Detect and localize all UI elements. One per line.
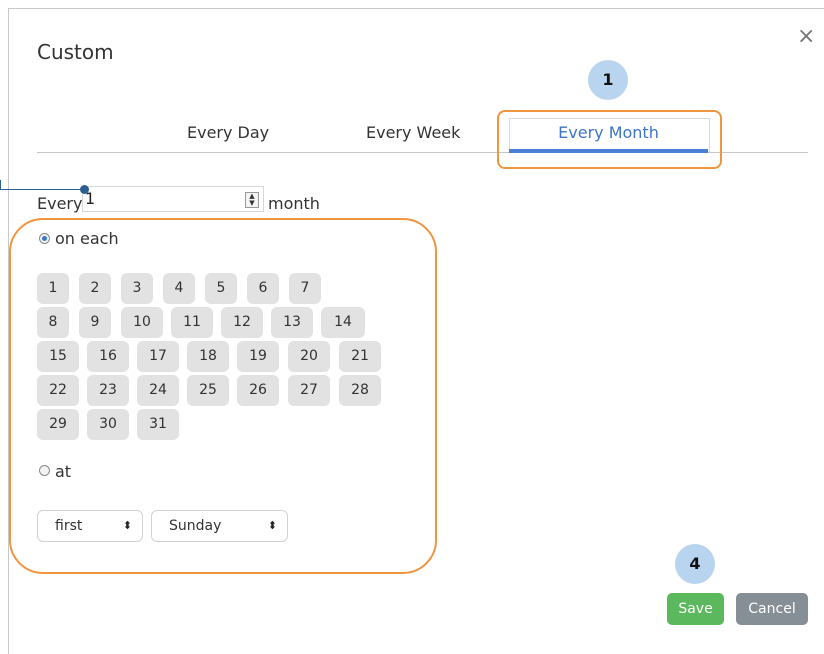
day-18-button[interactable]: 18 [187, 341, 229, 372]
day-19-button[interactable]: 19 [237, 341, 279, 372]
day-20-button[interactable]: 20 [288, 341, 330, 372]
day-5-button[interactable]: 5 [205, 273, 237, 304]
day-28-button[interactable]: 28 [339, 375, 381, 406]
day-17-button[interactable]: 17 [137, 341, 179, 372]
select-arrows-icon: ⬍ [267, 519, 277, 532]
close-icon[interactable]: × [797, 26, 815, 48]
every-label: Every [37, 194, 83, 213]
day-6-button[interactable]: 6 [247, 273, 279, 304]
day-31-button[interactable]: 31 [137, 409, 179, 440]
day-11-button[interactable]: 11 [171, 307, 213, 338]
tab-every-week[interactable]: Every Week [366, 123, 460, 142]
spinner-icon[interactable]: ▲ ▼ [245, 192, 259, 208]
cancel-button[interactable]: Cancel [736, 593, 808, 625]
day-16-button[interactable]: 16 [87, 341, 129, 372]
interval-number-input[interactable]: 1 ▲ ▼ [82, 186, 264, 212]
day-8-button[interactable]: 8 [37, 307, 69, 338]
tab-every-day[interactable]: Every Day [187, 123, 269, 142]
day-7-button[interactable]: 7 [289, 273, 321, 304]
day-23-button[interactable]: 23 [87, 375, 129, 406]
day-24-button[interactable]: 24 [137, 375, 179, 406]
day-22-button[interactable]: 22 [37, 375, 79, 406]
month-label: month [268, 194, 320, 213]
ordinal-select[interactable]: first ⬍ [37, 510, 143, 542]
day-1-button[interactable]: 1 [37, 273, 69, 304]
annotation-badge-4: 4 [675, 544, 715, 584]
dialog-title: Custom [37, 40, 114, 64]
day-10-button[interactable]: 10 [121, 307, 163, 338]
day-21-button[interactable]: 21 [339, 341, 381, 372]
select-arrows-icon: ⬍ [122, 519, 132, 532]
weekday-select[interactable]: Sunday ⬍ [151, 510, 288, 542]
day-2-button[interactable]: 2 [79, 273, 111, 304]
annotation-highlight-tab [497, 110, 722, 169]
weekday-select-value: Sunday [169, 518, 222, 534]
day-25-button[interactable]: 25 [187, 375, 229, 406]
day-30-button[interactable]: 30 [87, 409, 129, 440]
save-button[interactable]: Save [667, 593, 724, 625]
day-13-button[interactable]: 13 [271, 307, 313, 338]
ordinal-select-value: first [55, 518, 83, 534]
day-14-button[interactable]: 14 [321, 307, 365, 338]
day-9-button[interactable]: 9 [79, 307, 111, 338]
annotation-badge-1: 1 [588, 60, 628, 100]
on-each-radio[interactable] [39, 233, 50, 244]
day-26-button[interactable]: 26 [237, 375, 279, 406]
day-4-button[interactable]: 4 [163, 273, 195, 304]
day-29-button[interactable]: 29 [37, 409, 79, 440]
annotation-pointer-dot [80, 185, 89, 194]
at-radio[interactable] [39, 465, 50, 476]
day-3-button[interactable]: 3 [121, 273, 153, 304]
day-27-button[interactable]: 27 [288, 375, 330, 406]
on-each-label: on each [55, 229, 119, 248]
day-15-button[interactable]: 15 [37, 341, 79, 372]
at-label: at [55, 462, 72, 481]
day-12-button[interactable]: 12 [221, 307, 263, 338]
annotation-pointer-line [0, 189, 84, 190]
